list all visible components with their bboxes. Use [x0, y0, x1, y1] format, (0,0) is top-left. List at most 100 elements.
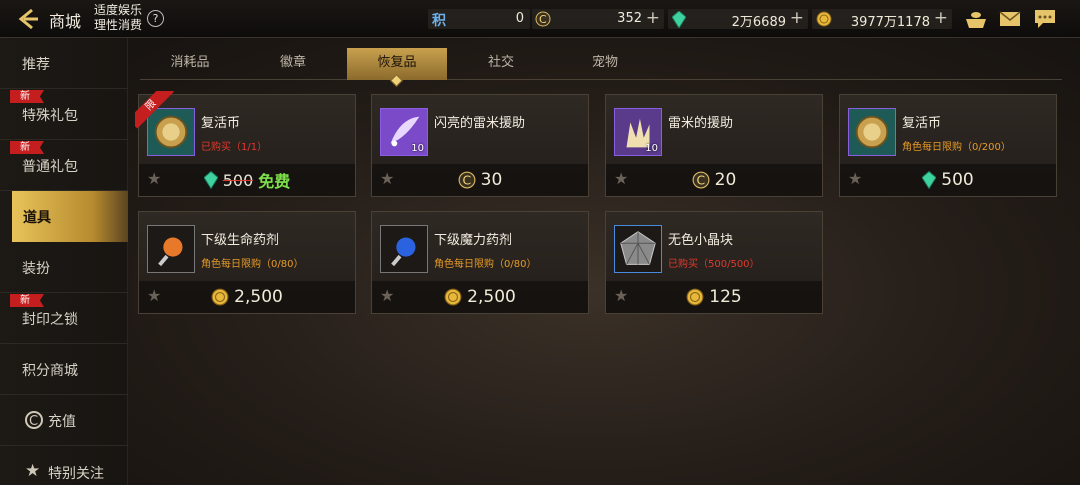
limited-corner-badge: 限: [135, 91, 175, 131]
shop-card-mp-potion[interactable]: 下级魔力药剂 角色每日限购（0/80） ★ 2,500: [371, 211, 589, 314]
item-price: 125: [709, 287, 742, 307]
star-icon: ★: [25, 461, 41, 481]
sidebar-item-costume[interactable]: 装扮: [0, 242, 128, 293]
gold-coin-icon: [816, 11, 832, 27]
health-notice: 适度娱乐 理性消费: [94, 3, 142, 33]
tab-badges[interactable]: 徽章: [243, 48, 343, 80]
sidebar-item-normal-pack[interactable]: 新 普通礼包: [0, 140, 128, 191]
item-price: 2,500: [234, 287, 283, 307]
c-coin-icon: C: [535, 11, 551, 27]
svg-text:C: C: [29, 414, 38, 429]
item-quantity: 10: [645, 143, 658, 154]
shop-card-shiny-remy-aid[interactable]: 10 闪亮的雷米援助 ★ C 30: [371, 94, 589, 197]
points-icon: 积: [432, 13, 446, 29]
sidebar-item-recharge[interactable]: C 充值: [0, 395, 128, 446]
item-name: 复活币: [201, 116, 241, 131]
svg-text:C: C: [539, 13, 547, 26]
shop-card-revive-coin-free[interactable]: 限 复活币 已购买（1/1） ★ 500 免费: [135, 91, 356, 197]
mp-potion-icon: [380, 225, 428, 273]
purchase-limit: 角色每日限购（0/80）: [434, 259, 537, 270]
mail-icon[interactable]: [998, 8, 1022, 30]
sidebar-item-seal-lock[interactable]: 新 封印之锁: [0, 293, 128, 344]
item-name: 下级生命药剂: [201, 233, 280, 248]
sidebar-item-label: 特别关注: [48, 466, 104, 482]
shop-card-revive-coin[interactable]: 复活币 角色每日限购（0/200） ★ 500: [839, 94, 1057, 197]
original-price: 500: [222, 170, 254, 190]
gold-coin-icon: [686, 288, 704, 306]
gold-coin-icon: [211, 288, 229, 306]
tab-consumables[interactable]: 消耗品: [140, 48, 240, 80]
svg-text:C: C: [462, 174, 471, 188]
sidebar-item-label: 装扮: [22, 261, 50, 277]
back-arrow-icon[interactable]: [16, 7, 40, 31]
c-coin-icon: C: [458, 171, 476, 189]
item-name: 雷米的援助: [668, 116, 734, 131]
pot-icon[interactable]: [964, 8, 988, 30]
c-coin-icon: C: [25, 411, 43, 429]
price-bar: ★ C 20: [606, 164, 822, 196]
item-price: 20: [714, 170, 737, 190]
price-bar: ★ 500: [840, 164, 1056, 196]
item-name: 闪亮的雷米援助: [434, 116, 526, 131]
price-bar: ★ 2,500: [139, 281, 355, 313]
notice-line-2: 理性消费: [94, 18, 143, 32]
sidebar-item-label: 充值: [48, 414, 76, 430]
active-tab-indicator: [390, 74, 403, 87]
points-currency: 积 0: [428, 9, 530, 29]
sidebar-item-label: 推荐: [22, 57, 50, 73]
add-gold-button[interactable]: +: [934, 8, 948, 28]
tab-pets[interactable]: 宠物: [555, 48, 655, 80]
item-price: 500: [941, 170, 974, 190]
gold-currency: 3977万1178 +: [812, 8, 952, 30]
price-bar: ★ 2,500: [372, 281, 588, 313]
shiny-remy-aid-icon: 10: [380, 108, 428, 156]
green-gem-icon: [203, 171, 218, 189]
sidebar-item-points-shop[interactable]: 积分商城: [0, 344, 128, 395]
gem-value: 2万6689: [731, 15, 786, 30]
c-coin-icon: C: [692, 171, 710, 189]
item-name: 复活币: [902, 116, 942, 131]
gem-currency: 2万6689 +: [668, 8, 808, 30]
purchase-limit: 角色每日限购（0/80）: [201, 259, 304, 270]
tab-social[interactable]: 社交: [451, 48, 551, 80]
new-badge: 新: [10, 141, 44, 154]
colorless-crystal-icon: [614, 225, 662, 273]
item-price: 2,500: [467, 287, 516, 307]
item-quantity: 10: [411, 143, 424, 154]
help-icon[interactable]: ?: [147, 10, 164, 27]
sidebar-item-special-pack[interactable]: 新 特殊礼包: [0, 89, 128, 140]
tab-recovery[interactable]: 恢复品: [347, 48, 447, 87]
shop-card-colorless-crystal[interactable]: 无色小晶块 已购买（500/500） ★ 125: [605, 211, 823, 314]
sidebar-item-items[interactable]: 道具: [12, 191, 128, 242]
purchase-status: 已购买（500/500）: [668, 259, 760, 270]
add-gem-button[interactable]: +: [790, 8, 804, 28]
price-bar: ★ 125: [606, 281, 822, 313]
gold-value: 3977万1178: [850, 15, 930, 30]
item-name: 无色小晶块: [668, 233, 734, 248]
shop-card-hp-potion[interactable]: 下级生命药剂 角色每日限购（0/80） ★ 2,500: [138, 211, 356, 314]
hp-potion-icon: [147, 225, 195, 273]
shop-card-remy-aid[interactable]: 10 雷米的援助 ★ C 20: [605, 94, 823, 197]
new-badge: 新: [10, 90, 44, 103]
svg-text:C: C: [696, 174, 705, 188]
notice-line-1: 适度娱乐: [94, 3, 143, 17]
item-price: 30: [480, 170, 503, 190]
tab-label: 恢复品: [377, 55, 417, 70]
sidebar-item-label: 积分商城: [22, 363, 78, 379]
category-sidebar: 推荐 新 特殊礼包 新 普通礼包 道具 装扮 新 封印之锁 积分商城 C 充值 …: [0, 38, 128, 485]
price-bar: ★ 500 免费: [139, 164, 355, 196]
c-coin-currency: C 352 +: [532, 8, 664, 29]
sidebar-item-label: 普通礼包: [22, 159, 78, 175]
item-name: 下级魔力药剂: [434, 233, 513, 248]
sidebar-item-favorites[interactable]: ★ 特别关注: [0, 446, 128, 485]
sidebar-item-label: 封印之锁: [22, 312, 78, 328]
page-title: 商城: [49, 12, 82, 31]
add-c-coin-button[interactable]: +: [646, 8, 660, 28]
sidebar-item-label: 特殊礼包: [22, 108, 78, 124]
sidebar-item-recommend[interactable]: 推荐: [0, 38, 128, 89]
item-tabs: 消耗品 徽章 恢复品 社交 宠物: [140, 48, 1062, 87]
purchase-status: 已购买（1/1）: [201, 142, 268, 153]
free-price-label: 免费: [258, 172, 291, 191]
green-gem-icon: [672, 11, 686, 28]
chat-icon[interactable]: [1033, 8, 1057, 30]
